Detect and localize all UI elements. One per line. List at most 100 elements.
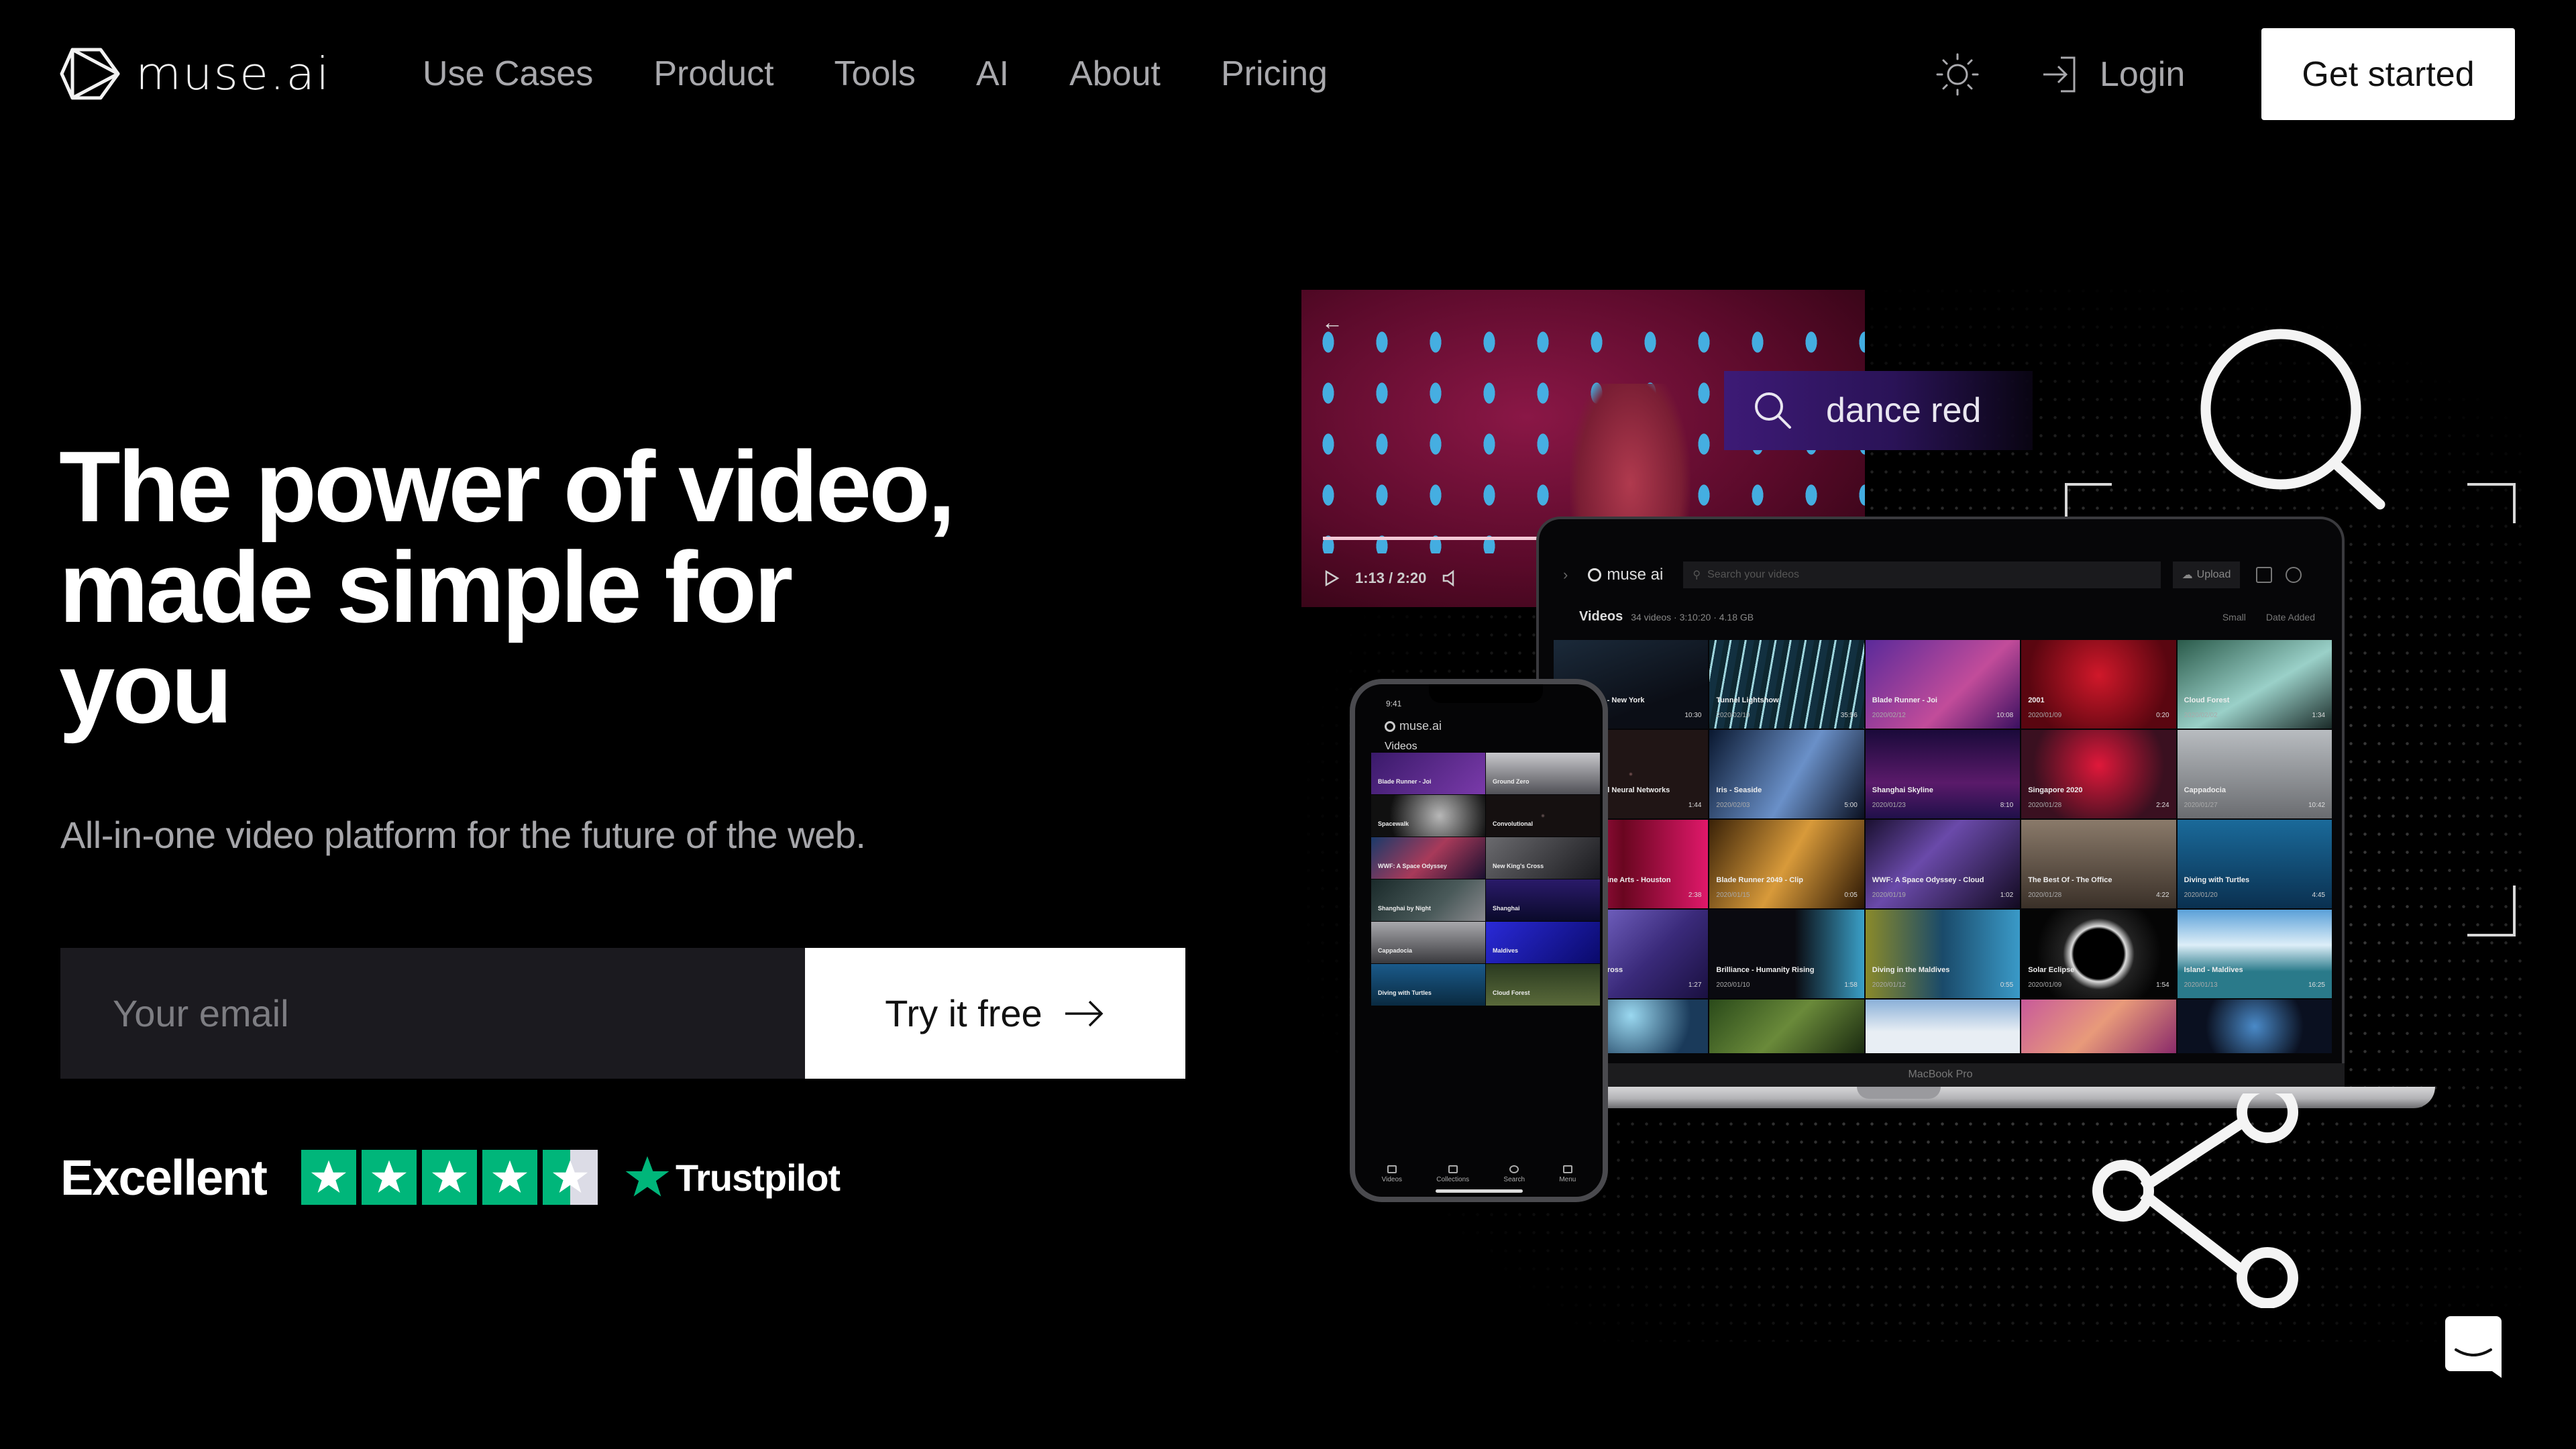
phone-video-tile: New King's Cross (1486, 837, 1600, 879)
video-tile-duration: 10:08 (1996, 712, 2014, 719)
email-input[interactable] (60, 948, 805, 1079)
video-tile-date: 2020/01/09 (2028, 712, 2062, 719)
trustpilot-brand: Trustpilot (623, 1153, 841, 1201)
video-tile-title: Cappadocia (2184, 786, 2226, 794)
laptop-sort-options: Small Date Added (2222, 612, 2315, 623)
login-link[interactable]: Login (2039, 51, 2185, 98)
video-tile-title: Diving in the Maldives (1872, 966, 1950, 974)
folder-icon (1448, 1165, 1458, 1173)
video-tile: WWF: A Space Odyssey - Cloud 2020/01/19 1:… (1865, 820, 2021, 908)
video-tile-date: 2020/01/27 (2184, 802, 2218, 809)
video-tile: Cappadocia 2020/01/27 10:42 (2177, 730, 2332, 818)
cloud-upload-icon: ☁ (2182, 570, 2193, 581)
try-it-free-button[interactable]: Try it free (805, 948, 1185, 1079)
nav-about[interactable]: About (1069, 51, 1161, 97)
video-tile: The Best Of - The Office 2020/01/28 4:22 (2021, 820, 2176, 908)
chat-widget-button[interactable] (2445, 1315, 2503, 1379)
video-tile-title: Blade Runner 2049 - Clip (1716, 876, 1803, 884)
trustpilot-rating[interactable]: Excellent Trustpilot (60, 1148, 841, 1206)
signup-form: Try it free (60, 948, 1185, 1079)
video-tile-date: 2020/01/19 (1872, 892, 1906, 899)
star-icon (492, 1160, 528, 1193)
video-tile-date: 2020/02/10 (1716, 712, 1750, 719)
video-tile (1865, 1000, 2021, 1053)
video-tile-date: 2020/01/28 (2028, 892, 2062, 899)
video-tile-date: 2020/01/09 (2028, 981, 2062, 989)
get-started-button[interactable]: Get started (2261, 28, 2515, 120)
phone-video-tile-title: Diving with Turtles (1378, 989, 1432, 996)
video-tile-date: 2020/02/02 (2184, 712, 2218, 719)
phone-app-name: muse.ai (1399, 719, 1442, 733)
phone-video-tile-title: Blade Runner - Joi (1378, 778, 1432, 785)
video-tile-duration: 4:45 (2312, 892, 2325, 899)
video-tile-duration: 2:24 (2156, 802, 2169, 809)
nav-pricing[interactable]: Pricing (1221, 51, 1328, 97)
hero-subtitle: All-in-one video platform for the future… (60, 814, 866, 856)
video-tile-duration: 0:20 (2156, 712, 2169, 719)
rating-label: Excellent (60, 1149, 268, 1205)
trustpilot-text: Trustpilot (675, 1156, 841, 1199)
phone-video-tile: Shanghai by Night (1371, 879, 1485, 921)
search-query-text: dance red (1826, 391, 1982, 430)
laptop-app-logo: muse ai (1588, 566, 1663, 584)
phone-tab-bar: Videos Collections Search Menu (1364, 1165, 1593, 1183)
phone-tab-label: Menu (1559, 1176, 1576, 1183)
video-tile-date: 2020/02/03 (1716, 802, 1750, 809)
top-nav: muse.ai Use Cases Product Tools AI About… (0, 0, 2576, 148)
video-tile-date: 2020/01/20 (2184, 892, 2218, 899)
phone-app-logo: muse.ai (1385, 719, 1442, 733)
phone-tab-label: Search (1503, 1176, 1525, 1183)
video-tile-date: 2020/01/10 (1716, 981, 1750, 989)
star-icon (311, 1160, 347, 1193)
video-tile-duration: 16:25 (2308, 981, 2325, 989)
video-tile: Tunnel Lightshow 2020/02/10 35:56 (1709, 640, 1864, 729)
phone-tab-label: Collections (1436, 1176, 1470, 1183)
phone-video-tile-title: Convolutional (1493, 820, 1533, 827)
video-tile-duration: 35:56 (1840, 712, 1858, 719)
nav-use-cases[interactable]: Use Cases (423, 51, 593, 97)
phone-tab-search: Search (1503, 1165, 1525, 1183)
video-tile: Cloud Forest 2020/02/02 1:34 (2177, 640, 2332, 729)
laptop-app-topbar: › muse ai ⚲ Search your videos ☁ Upload (1563, 561, 2315, 589)
nav-ai[interactable]: AI (976, 51, 1009, 97)
nav-tools[interactable]: Tools (835, 51, 916, 97)
video-tile: Diving with Turtles 2020/01/20 4:45 (2177, 820, 2332, 908)
user-icon (2286, 567, 2302, 583)
rating-star (421, 1150, 477, 1205)
video-tile-date: 2020/01/12 (1872, 981, 1906, 989)
video-tile-title: Solar Eclipse (2028, 966, 2075, 974)
muse-logo-icon (1385, 720, 1395, 732)
phone-video-grid: Blade Runner - Joi Ground Zero Spacewalk Co… (1371, 753, 1600, 1006)
video-tile: Solar Eclipse 2020/01/09 1:54 (2021, 910, 2176, 998)
phone-tab-menu: Menu (1559, 1165, 1576, 1183)
phone-video-tile: Maldives (1486, 922, 1600, 963)
video-tile-date: 2020/01/28 (2028, 802, 2062, 809)
play-icon (1325, 570, 1340, 587)
video-time: 1:13 / 2:20 (1355, 570, 1427, 586)
phone-video-tile: Cappadocia (1371, 922, 1485, 963)
phone-video-tile-title: Shanghai (1493, 905, 1520, 912)
muse-logo-icon (1588, 568, 1602, 582)
monitor-icon (2256, 567, 2272, 583)
phone-section-title: Videos (1385, 741, 1417, 752)
logo-text: muse.ai (136, 48, 331, 100)
video-tile-duration: 1:02 (2000, 892, 2014, 899)
theme-toggle-button[interactable] (1931, 51, 1984, 98)
rating-star (542, 1150, 598, 1205)
phone-tab-videos: Videos (1382, 1165, 1402, 1183)
video-tile-duration: 4:22 (2156, 892, 2169, 899)
nav-product[interactable]: Product (653, 51, 773, 97)
phone-video-tile: Ground Zero (1486, 753, 1600, 794)
search-icon: ⚲ (1693, 570, 1701, 581)
logo-link[interactable]: muse.ai (59, 46, 331, 102)
video-tile-title: Singapore 2020 (2028, 786, 2083, 794)
video-tile-duration: 1:54 (2156, 981, 2169, 989)
phone-tab-label: Videos (1381, 1176, 1403, 1183)
video-tile-date: 2020/02/12 (1872, 712, 1906, 719)
video-tile-duration: 1:27 (1688, 981, 1702, 989)
play-icon (1387, 1165, 1397, 1173)
laptop-notch (1857, 1087, 1941, 1099)
video-tile: Island - Maldives 2020/01/13 16:25 (2177, 910, 2332, 998)
laptop-upload-button: ☁ Upload (2173, 561, 2240, 588)
trustpilot-star-icon (625, 1156, 669, 1197)
